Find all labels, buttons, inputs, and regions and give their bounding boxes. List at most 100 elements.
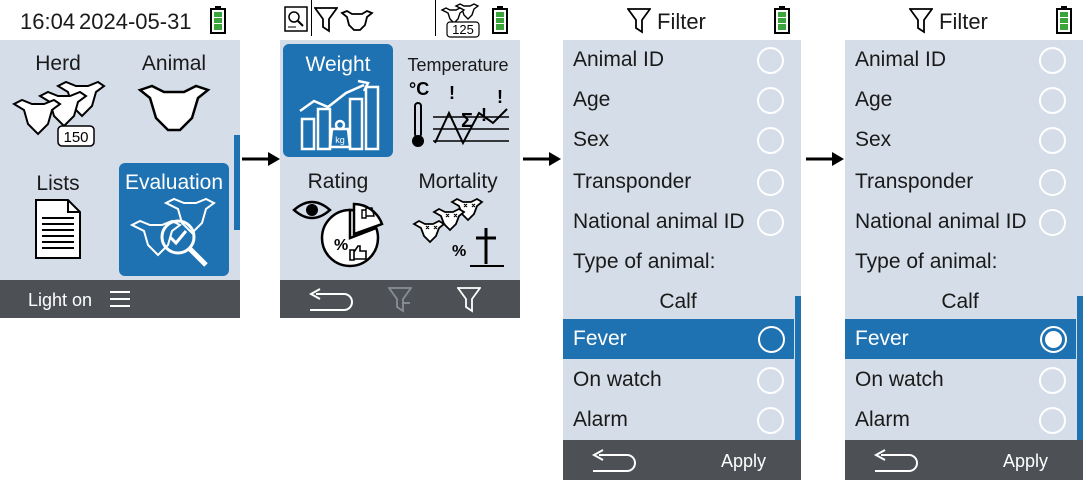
radio-button[interactable] xyxy=(1039,407,1066,434)
filter-option-age[interactable]: Age xyxy=(845,80,1075,120)
svg-text:°C: °C xyxy=(409,79,429,99)
radio-button[interactable] xyxy=(757,407,784,434)
filter-option-fever[interactable]: Fever xyxy=(563,319,794,359)
radio-button[interactable] xyxy=(1039,367,1066,394)
filter-option-alarm[interactable]: Alarm xyxy=(563,400,793,440)
filter-option-animal-id[interactable]: Animal ID xyxy=(563,40,793,80)
radio-button[interactable] xyxy=(1039,169,1066,196)
screen-filter-unchecked: Filter Animal ID Age Sex Transponder Nat… xyxy=(563,0,801,480)
cow-head-icon xyxy=(340,9,374,31)
type-of-animal-value[interactable]: Calf xyxy=(563,282,793,322)
main-menu-scrollbar[interactable] xyxy=(234,135,240,230)
light-on-label[interactable]: Light on xyxy=(28,290,92,311)
filter-option-animal-id[interactable]: Animal ID xyxy=(845,40,1075,80)
evaluation-bottom-bar xyxy=(280,280,520,318)
radio-dot xyxy=(1045,331,1062,348)
filter-scrollbar[interactable] xyxy=(1077,296,1083,440)
main-menu-grid: Herd 150 Animal Lists Evaluation xyxy=(0,40,240,280)
type-of-animal-value[interactable]: Calf xyxy=(845,282,1075,322)
svg-text:%: % xyxy=(334,237,348,254)
filter-option-alarm[interactable]: Alarm xyxy=(845,400,1075,440)
battery-icon xyxy=(492,6,508,34)
filter-option-age[interactable]: Age xyxy=(563,80,793,120)
filter-option-transponder[interactable]: Transponder xyxy=(563,162,793,202)
filter-icon[interactable] xyxy=(457,287,481,313)
filter-icon xyxy=(314,7,338,33)
tile-evaluation[interactable]: Evaluation xyxy=(119,163,229,276)
evaluation-grid: Weight kg Temperature °C ! Σ ! ! Rating … xyxy=(280,40,520,280)
filter-option-national-animal-id[interactable]: National animal ID xyxy=(845,202,1075,242)
filter-option-on-watch[interactable]: On watch xyxy=(845,360,1075,400)
filter-bottom-bar: Apply xyxy=(845,440,1083,480)
option-label: Calf xyxy=(941,290,979,313)
hamburger-menu-icon[interactable] xyxy=(110,290,130,308)
filter-list: Animal ID Age Sex Transponder National a… xyxy=(845,40,1083,440)
rating-icon: % xyxy=(292,200,384,268)
option-label: Transponder xyxy=(573,170,692,193)
radio-button[interactable] xyxy=(1039,47,1066,74)
apply-button[interactable]: Apply xyxy=(1003,451,1048,472)
radio-button[interactable] xyxy=(757,367,784,394)
filter-title: Filter xyxy=(657,9,706,34)
tile-lists[interactable]: Lists xyxy=(4,168,112,274)
svg-text:!: ! xyxy=(497,87,503,107)
option-label: Alarm xyxy=(573,408,628,431)
battery-icon xyxy=(210,6,226,34)
tile-mortality-label: Mortality xyxy=(418,170,498,193)
filter-list: Animal ID Age Sex Transponder National a… xyxy=(563,40,801,440)
radio-button[interactable] xyxy=(757,169,784,196)
svg-text:kg: kg xyxy=(335,135,345,145)
status-bar: Filter xyxy=(845,0,1083,40)
filter-option-sex[interactable]: Sex xyxy=(563,120,793,160)
current-date: 2024-05-31 xyxy=(79,9,192,34)
filter-option-on-watch[interactable]: On watch xyxy=(563,360,793,400)
battery-icon xyxy=(1056,6,1072,34)
tile-mortality[interactable]: Mortality % xyxy=(400,170,516,276)
radio-button[interactable] xyxy=(758,326,785,353)
radio-button-selected[interactable] xyxy=(1040,326,1067,353)
search-document-icon xyxy=(284,6,308,32)
type-of-animal-heading: Type of animal: xyxy=(563,242,793,282)
tile-animal-label: Animal xyxy=(141,52,207,75)
filter-option-national-animal-id[interactable]: National animal ID xyxy=(563,202,793,242)
type-of-animal-heading: Type of animal: xyxy=(845,242,1075,282)
tile-weight[interactable]: Weight kg xyxy=(283,44,393,157)
tile-animal[interactable]: Animal xyxy=(120,48,228,154)
radio-button[interactable] xyxy=(757,209,784,236)
svg-text:!: ! xyxy=(449,83,455,103)
radio-button[interactable] xyxy=(757,127,784,154)
filter-option-fever[interactable]: Fever xyxy=(845,319,1076,359)
tile-temperature-label: Temperature xyxy=(407,55,509,75)
herd-count-badge: 125 xyxy=(452,22,474,37)
screen-main-menu: 16:04 2024-05-31 Herd 150 Animal Lists E… xyxy=(0,0,240,480)
option-label: National animal ID xyxy=(573,210,745,233)
radio-button[interactable] xyxy=(1039,209,1066,236)
tile-temperature[interactable]: Temperature °C ! Σ ! ! xyxy=(398,48,518,158)
option-label: Fever xyxy=(573,327,627,350)
filter-scrollbar[interactable] xyxy=(795,296,801,440)
option-label: Fever xyxy=(855,327,909,350)
option-label: Calf xyxy=(659,290,697,313)
radio-button[interactable] xyxy=(1039,127,1066,154)
filter-option-sex[interactable]: Sex xyxy=(845,120,1075,160)
tile-rating[interactable]: Rating % xyxy=(283,170,393,276)
svg-text:!: ! xyxy=(481,105,487,125)
tile-herd[interactable]: Herd 150 xyxy=(4,48,112,154)
option-label: Age xyxy=(855,88,893,111)
back-arrow-icon[interactable] xyxy=(308,288,354,312)
filter-remove-icon[interactable] xyxy=(388,287,412,313)
option-label: Alarm xyxy=(855,408,910,431)
weight-chart-icon: kg xyxy=(299,79,380,151)
radio-button[interactable] xyxy=(757,87,784,114)
apply-button[interactable]: Apply xyxy=(721,451,766,472)
radio-button[interactable] xyxy=(757,47,784,74)
document-icon xyxy=(35,199,81,259)
option-label: Animal ID xyxy=(855,48,947,71)
back-arrow-icon[interactable] xyxy=(591,449,637,473)
radio-button[interactable] xyxy=(1039,87,1066,114)
mortality-icon: % xyxy=(412,197,504,267)
back-arrow-icon[interactable] xyxy=(873,449,919,473)
filter-option-transponder[interactable]: Transponder xyxy=(845,162,1075,202)
option-label: On watch xyxy=(573,368,662,391)
filter-icon xyxy=(627,8,651,34)
